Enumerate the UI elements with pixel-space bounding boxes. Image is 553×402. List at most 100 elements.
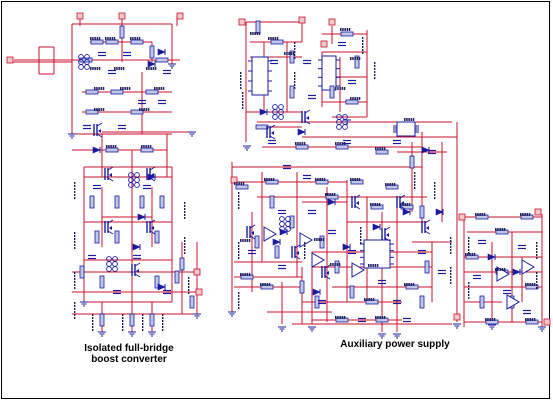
terminal-symbol [534,208,542,216]
designator-mark [434,182,436,184]
designator-mark [162,326,164,328]
resistor-symbol [114,195,120,209]
left-section-caption: Isolated full-bridge boost converter [64,343,194,365]
designator-mark [244,239,246,242]
designator-mark [294,42,296,44]
designator-mark [74,191,76,193]
resistor-symbol [154,230,160,244]
transistor-symbol [109,173,112,177]
designator-mark [404,283,406,286]
designator-mark [527,318,529,321]
transformer-symbol [106,266,112,272]
designator-mark [238,304,240,306]
designator-mark [489,318,491,321]
designator-mark [74,247,76,249]
designator-mark [284,52,286,55]
designator-mark [142,329,144,331]
designator-mark [162,87,165,90]
designator-mark [107,37,109,40]
designator-mark [141,108,143,111]
designator-mark [116,67,118,70]
designator-mark [184,249,186,251]
transistor-symbol [306,116,309,120]
designator-mark [274,37,277,40]
ground-symbol [68,133,76,139]
transformer-symbol [272,104,278,110]
designator-mark [374,77,376,79]
designator-mark [468,252,470,254]
resistor-symbol [179,257,185,271]
resistor-symbol [289,215,295,229]
resistor-symbol [149,313,155,327]
opamp-symbol [263,226,277,242]
designator-mark [156,87,158,90]
designator-mark [528,213,531,216]
resistor-symbol [270,39,284,45]
designator-mark [286,52,288,55]
designator-mark [90,37,92,40]
designator-mark [319,178,321,181]
resistor-symbol [274,245,280,259]
designator-mark [74,317,76,319]
designator-mark [184,208,186,210]
resistor-symbol [314,295,320,309]
designator-mark [358,97,361,100]
designator-mark [317,178,319,181]
designator-mark [304,242,306,244]
designator-mark [238,254,240,256]
resistor-symbol [130,39,144,45]
transformer-symbol [112,256,118,262]
designator-mark [364,298,366,301]
designator-mark [406,118,408,121]
designator-mark [450,243,452,245]
designator-mark [343,87,346,90]
designator-mark [450,237,452,239]
designator-mark [536,284,538,286]
designator-mark [362,37,364,39]
designator-mark [272,37,274,40]
diode-symbol [512,268,521,276]
designator-mark [527,283,529,286]
designator-mark [393,183,396,186]
designator-mark [290,52,293,55]
designator-mark [339,316,341,319]
ground-symbol [98,331,106,337]
designator-mark [375,147,377,150]
designator-mark [342,28,344,31]
designator-mark [354,97,356,100]
designator-mark [368,298,370,301]
designator-mark [434,188,436,190]
diode-symbol [327,198,336,206]
designator-mark [74,197,76,199]
ground-symbol [148,331,156,337]
diode-symbol [372,223,381,231]
designator-mark [162,320,164,322]
designator-mark [142,323,144,325]
designator-mark [468,285,470,287]
designator-mark [469,253,471,256]
resistor-symbol [334,260,340,274]
diode-symbol [92,146,101,154]
designator-mark [360,236,362,238]
designator-mark [268,178,270,181]
designator-mark [248,273,251,276]
designator-mark [122,320,124,322]
designator-mark [142,320,144,322]
designator-mark [316,238,318,241]
designator-mark [337,142,339,145]
opamp-symbol [311,252,325,268]
resistor-symbol [349,285,355,299]
designator-mark [184,211,186,213]
designator-mark [404,118,406,121]
designator-mark [303,142,306,145]
designator-mark [329,193,331,196]
designator-mark [304,251,306,253]
designator-mark [147,145,150,148]
designator-mark [335,316,337,319]
designator-mark [154,87,156,90]
designator-mark [294,75,296,77]
designator-mark [503,228,506,231]
designator-mark [146,67,148,70]
designator-mark [242,273,244,276]
designator-mark [356,178,359,181]
